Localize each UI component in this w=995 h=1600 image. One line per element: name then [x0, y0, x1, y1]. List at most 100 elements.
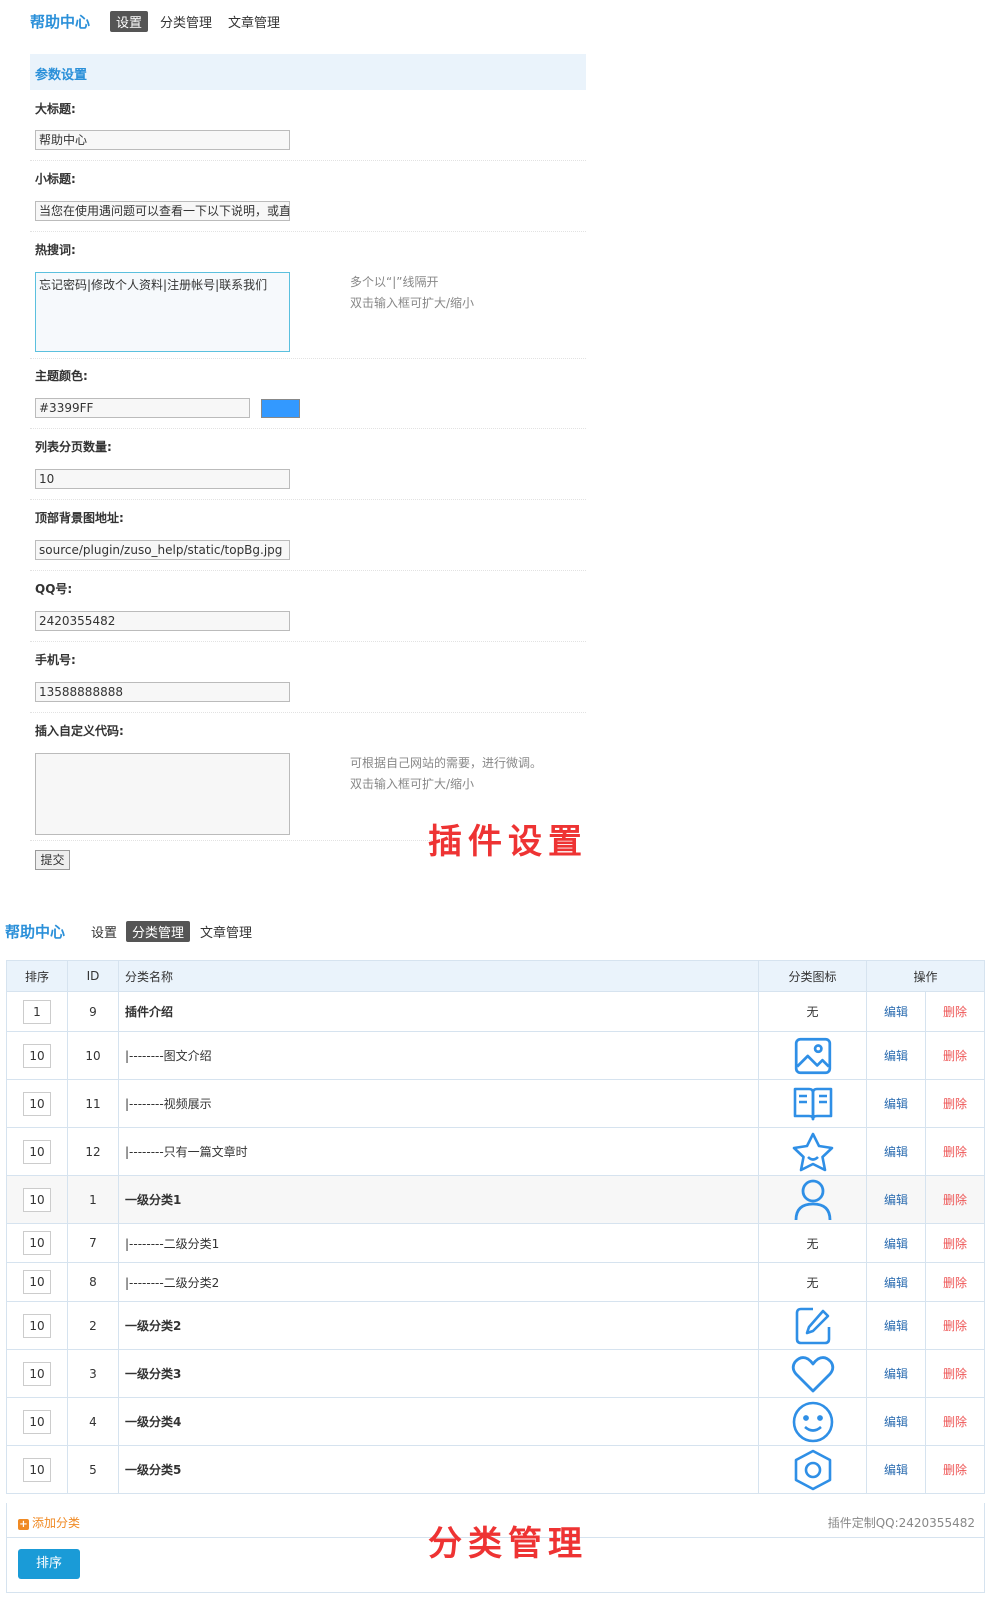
category-name-cell: 一级分类2: [118, 1301, 759, 1350]
delete-link[interactable]: 删除: [943, 1049, 967, 1063]
tab-article-manage[interactable]: 文章管理: [228, 12, 280, 31]
qq-input[interactable]: 2420355482: [35, 611, 290, 631]
delete-cell: 删除: [925, 1262, 985, 1302]
tab-settings[interactable]: 设置: [91, 922, 117, 941]
edit-link[interactable]: 编辑: [884, 1415, 908, 1429]
divider: [30, 641, 586, 642]
edit-cell: 编辑: [866, 1349, 926, 1398]
edit-icon: [793, 1305, 833, 1347]
delete-cell: 删除: [925, 1175, 985, 1224]
title-input[interactable]: 帮助中心: [35, 130, 290, 150]
delete-link[interactable]: 删除: [943, 1237, 967, 1251]
delete-link[interactable]: 删除: [943, 1005, 967, 1019]
edit-cell: 编辑: [866, 991, 926, 1032]
edit-link[interactable]: 编辑: [884, 1463, 908, 1477]
color-swatch[interactable]: [261, 399, 300, 418]
order-input[interactable]: 10: [23, 1091, 51, 1116]
brand-title[interactable]: 帮助中心: [5, 921, 65, 942]
category-name-cell: 一级分类1: [118, 1175, 759, 1224]
order-input[interactable]: 10: [23, 1361, 51, 1386]
edit-link[interactable]: 编辑: [884, 1367, 908, 1381]
category-manage-watermark: 分类管理: [428, 1524, 588, 1564]
category-icon-cell: 无: [758, 1262, 867, 1302]
tab-category-manage[interactable]: 分类管理: [160, 12, 212, 31]
edit-link[interactable]: 编辑: [884, 1097, 908, 1111]
submit-button[interactable]: 提交: [35, 850, 70, 870]
custom-code-textarea[interactable]: [35, 753, 290, 835]
id-cell: 8: [67, 1262, 119, 1302]
category-name-cell: 一级分类5: [118, 1445, 759, 1494]
tab-category-manage[interactable]: 分类管理: [126, 921, 191, 942]
delete-link[interactable]: 删除: [943, 1415, 967, 1429]
id-cell: 4: [67, 1397, 119, 1446]
id-cell: 10: [67, 1031, 119, 1080]
hotwords-textarea[interactable]: 忘记密码|修改个人资料|注册帐号|联系我们: [35, 272, 290, 352]
top-bg-input[interactable]: source/plugin/zuso_help/static/topBg.jpg: [35, 540, 290, 560]
id-cell: 9: [67, 991, 119, 1032]
no-icon-text: 无: [806, 1005, 819, 1019]
order-cell: 10: [6, 1175, 68, 1224]
order-cell: 10: [6, 1349, 68, 1398]
brand-title[interactable]: 帮助中心: [30, 11, 90, 32]
delete-link[interactable]: 删除: [943, 1367, 967, 1381]
page-size-input[interactable]: 10: [35, 469, 290, 489]
column-header-actions: 操作: [866, 960, 985, 992]
order-input[interactable]: 10: [23, 1313, 51, 1338]
edit-cell: 编辑: [866, 1301, 926, 1350]
column-header-id: ID: [67, 960, 119, 992]
edit-link[interactable]: 编辑: [884, 1005, 908, 1019]
settings-section-title: 参数设置: [35, 68, 88, 83]
edit-link[interactable]: 编辑: [884, 1237, 908, 1251]
order-input[interactable]: 1: [23, 999, 51, 1024]
category-name-cell: |--------二级分类2: [118, 1262, 759, 1302]
table-row: 10 4 一级分类4 编辑 删除: [6, 1397, 985, 1446]
category-name-cell: |--------视频展示: [118, 1079, 759, 1128]
delete-link[interactable]: 删除: [943, 1193, 967, 1207]
divider: [30, 570, 586, 571]
id-cell: 11: [67, 1079, 119, 1128]
edit-link[interactable]: 编辑: [884, 1145, 908, 1159]
edit-cell: 编辑: [866, 1031, 926, 1080]
category-table: 排序 ID 分类名称 分类图标 操作 1 9 插件介绍无编辑 删除 10 10 |-----…: [6, 960, 985, 1494]
order-input[interactable]: 10: [23, 1139, 51, 1164]
sort-button[interactable]: 排序: [18, 1549, 80, 1579]
order-input[interactable]: 10: [23, 1270, 51, 1294]
tab-settings[interactable]: 设置: [110, 11, 149, 32]
category-icon-cell: [758, 1079, 867, 1128]
edit-link[interactable]: 编辑: [884, 1049, 908, 1063]
tab-article-manage[interactable]: 文章管理: [200, 922, 252, 941]
order-input[interactable]: 10: [23, 1231, 51, 1255]
delete-link[interactable]: 删除: [943, 1145, 967, 1159]
user-icon: [793, 1178, 833, 1222]
order-input[interactable]: 10: [23, 1187, 51, 1212]
delete-link[interactable]: 删除: [943, 1319, 967, 1333]
phone-input[interactable]: 13588888888: [35, 682, 290, 702]
order-input[interactable]: 10: [23, 1409, 51, 1434]
page-size-label: 列表分页数量:: [35, 440, 112, 454]
delete-link[interactable]: 删除: [943, 1097, 967, 1111]
edit-link[interactable]: 编辑: [884, 1276, 908, 1290]
theme-color-input[interactable]: #3399FF: [35, 398, 250, 418]
add-category-link[interactable]: + 添加分类: [18, 1514, 80, 1531]
order-input[interactable]: 10: [23, 1043, 51, 1068]
category-icon-cell: [758, 1127, 867, 1176]
column-header-name: 分类名称: [118, 960, 759, 992]
delete-link[interactable]: 删除: [943, 1276, 967, 1290]
table-row: 10 3 一级分类3 编辑 删除: [6, 1349, 985, 1398]
no-icon-text: 无: [806, 1236, 819, 1251]
settings-section-header: 参数设置: [30, 54, 586, 90]
delete-link[interactable]: 删除: [943, 1463, 967, 1477]
edit-link[interactable]: 编辑: [884, 1319, 908, 1333]
qq-label: QQ号:: [35, 582, 73, 596]
divider: [30, 160, 586, 161]
order-input[interactable]: 10: [23, 1457, 51, 1482]
custom-code-tip-line2: 双击输入框可扩大/缩小: [350, 777, 475, 791]
custom-qq-text: 插件定制QQ:2420355482: [827, 1516, 975, 1530]
category-icon-cell: [758, 1175, 867, 1224]
edit-cell: 编辑: [866, 1445, 926, 1494]
edit-link[interactable]: 编辑: [884, 1193, 908, 1207]
custom-code-label: 插入自定义代码:: [35, 724, 124, 738]
column-header-icon: 分类图标: [758, 960, 867, 992]
delete-cell: 删除: [925, 1127, 985, 1176]
subtitle-input[interactable]: 当您在使用遇问题可以查看一下以下说明，或直: [35, 201, 290, 221]
